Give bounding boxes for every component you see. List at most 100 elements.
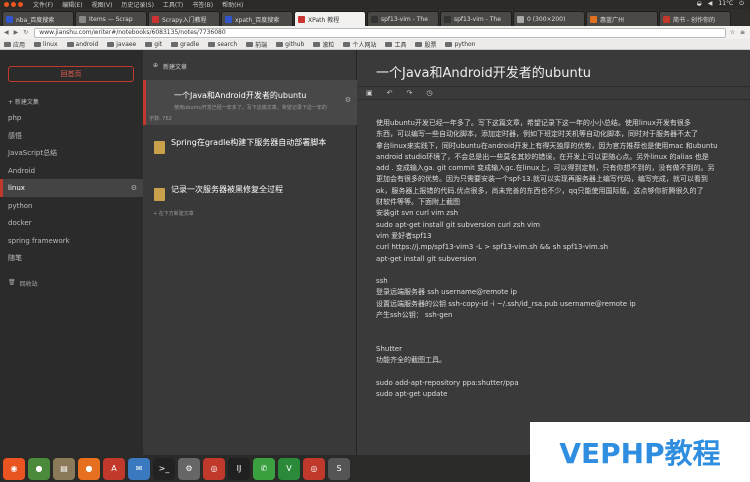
article-body-editor[interactable]: 使用ubuntu开发已经一年多了。写下这篇文章，希望记录下这一年的小小总结。使用… xyxy=(376,118,750,400)
content-line: sudo add-apt-repository ppa:shutter/ppa xyxy=(376,378,519,387)
browser-tab[interactable]: spf13-vim - The xyxy=(367,11,439,26)
collection-item[interactable]: spring framework xyxy=(0,232,143,250)
bookmark-label: 个人网站 xyxy=(352,41,377,49)
bookmark-item[interactable]: search xyxy=(208,41,237,48)
system-menu-bar: 文件(F) 编辑(E) 视图(V) 历史记录(S) 工具(T) 书签(B) 帮助(H) ◒ … xyxy=(0,0,750,9)
collection-label: php xyxy=(8,114,22,122)
history-icon[interactable]: ◷ xyxy=(426,89,432,97)
bookmark-item[interactable]: 前端 xyxy=(246,40,267,49)
address-bar-row: ◀ ▶ ↻ www.jianshu.com/writer#/notebooks/… xyxy=(0,26,750,39)
new-article-bottom-link[interactable]: + 在下方新建文章 xyxy=(153,210,194,217)
menu-item[interactable]: 文件(F) xyxy=(33,0,53,9)
collection-item[interactable]: docker xyxy=(0,214,143,232)
content-line: vim 爱好者spf13 xyxy=(376,231,432,240)
browser-tab[interactable]: 简书 - 创作你的 xyxy=(659,11,731,26)
home-button[interactable]: 回首页 xyxy=(8,66,134,82)
browser-tab[interactable]: xpath_百度搜索 xyxy=(221,11,293,26)
browser-tab[interactable]: spf13-vim - The xyxy=(440,11,512,26)
bookmark-item[interactable]: android xyxy=(66,41,98,48)
collection-item[interactable]: JavaScript总结 xyxy=(0,144,143,162)
browser-tab[interactable]: Items — Scrap xyxy=(75,11,147,26)
content-line: 登录远端服务器 ssh username@remote ip xyxy=(376,288,517,297)
software-center-icon[interactable]: A xyxy=(103,457,125,480)
reload-icon[interactable]: ↻ xyxy=(23,29,28,36)
terminal-icon[interactable]: >_ xyxy=(153,457,175,480)
article-list: ⊕ 新建文章 一个Java和Android开发者的ubuntu 使用ubuntu开… xyxy=(143,50,357,455)
tab-favicon-icon xyxy=(79,15,86,23)
image-icon[interactable]: ▣ xyxy=(366,89,373,97)
redo-icon[interactable]: ↷ xyxy=(407,89,413,97)
browser-tab[interactable]: Scrapy入门教程 xyxy=(148,11,220,26)
collection-item[interactable]: linux ⚙ xyxy=(0,179,143,197)
menu-item[interactable]: 帮助(H) xyxy=(222,0,243,9)
collection-item[interactable]: python xyxy=(0,197,143,215)
system-tray[interactable]: ◒ ◀ 11°C ⏻ xyxy=(697,0,744,8)
gear-icon[interactable]: ⚙ xyxy=(345,96,351,104)
volume-icon[interactable]: ◀ xyxy=(708,0,713,8)
gear-icon[interactable]: ⚙ xyxy=(131,184,137,192)
article-item[interactable]: Spring在gradle构建下服务器自动部署脚本 xyxy=(143,127,357,172)
menu-icon[interactable]: ≡ xyxy=(740,29,745,36)
trash-button[interactable]: 🗑 回收站 xyxy=(8,279,38,288)
star-icon[interactable]: ☆ xyxy=(730,29,735,36)
article-item[interactable]: 一个Java和Android开发者的ubuntu 使用ubuntu开发已经一年多了… xyxy=(143,80,357,125)
wifi-icon[interactable]: ◒ xyxy=(697,0,702,8)
chrome-icon[interactable]: ● xyxy=(28,457,50,480)
content-line: curl https://j.mp/spf13-vim3 -L > spf13-… xyxy=(376,243,609,252)
music-icon[interactable]: ◎ xyxy=(303,457,325,480)
menu-item[interactable]: 工具(T) xyxy=(163,0,183,9)
folder-icon xyxy=(445,41,453,47)
url-input[interactable]: www.jianshu.com/writer#/notebooks/608313… xyxy=(34,27,726,38)
collection-item[interactable]: 感悟 xyxy=(0,127,143,145)
vim-icon[interactable]: V xyxy=(278,457,300,480)
bookmark-item[interactable]: git xyxy=(145,41,162,48)
collection-item[interactable]: Android xyxy=(0,162,143,180)
power-icon[interactable]: ⏻ xyxy=(739,0,744,8)
content-line: ssh xyxy=(376,277,388,286)
bookmark-item[interactable]: github xyxy=(276,41,304,48)
sublime-icon[interactable]: S xyxy=(328,457,350,480)
bookmark-item[interactable]: javaee xyxy=(107,41,136,48)
tab-label: spf13-vim - The xyxy=(381,15,428,23)
menu-item[interactable]: 视图(V) xyxy=(92,0,113,9)
collection-item[interactable]: 随笔 xyxy=(0,249,143,267)
browser-tab[interactable]: nba_百度搜索 xyxy=(2,11,74,26)
new-article-label: 新建文章 xyxy=(163,64,188,71)
collection-item[interactable]: php xyxy=(0,109,143,127)
collection-label: 随笔 xyxy=(8,254,22,262)
bookmark-item[interactable]: 滚粒 xyxy=(313,40,334,49)
folder-icon xyxy=(385,41,393,47)
window-controls[interactable] xyxy=(4,2,23,7)
bookmark-label: 工具 xyxy=(394,41,407,49)
mail-icon[interactable]: ✉ xyxy=(128,457,150,480)
undo-icon[interactable]: ↶ xyxy=(387,89,393,97)
bookmark-label: 应用 xyxy=(13,41,26,49)
bookmark-item[interactable]: 个人网站 xyxy=(343,40,376,49)
bookmark-item[interactable]: linux xyxy=(34,41,58,48)
settings-icon[interactable]: ⚙ xyxy=(178,457,200,480)
folder-icon xyxy=(4,41,11,47)
browser-tab[interactable]: XPath 教程 xyxy=(294,11,366,26)
article-title-input[interactable]: 一个Java和Android开发者的ubuntu xyxy=(376,62,591,81)
browser-tab[interactable]: 0 (300×200) xyxy=(513,11,585,26)
files-icon[interactable]: ▤ xyxy=(53,457,75,480)
wechat-icon[interactable]: ✆ xyxy=(253,457,275,480)
menu-item[interactable]: 编辑(E) xyxy=(62,0,82,9)
bookmark-item[interactable]: 股票 xyxy=(415,40,436,49)
bookmark-item[interactable]: 工具 xyxy=(385,40,406,49)
new-collection-button[interactable]: + 新建文集 xyxy=(8,97,39,106)
bookmark-item[interactable]: python xyxy=(445,41,475,48)
netease-music-icon[interactable]: ◎ xyxy=(203,457,225,480)
firefox-icon[interactable]: ● xyxy=(78,457,100,480)
bookmark-item[interactable]: gradle xyxy=(171,41,199,48)
menu-item[interactable]: 书签(B) xyxy=(192,0,213,9)
bookmark-item[interactable]: 应用 xyxy=(4,40,25,49)
app-menu[interactable]: 文件(F) 编辑(E) 视图(V) 历史记录(S) 工具(T) 书签(B) 帮助(H) xyxy=(33,0,243,9)
intellij-icon[interactable]: IJ xyxy=(228,457,250,480)
menu-item[interactable]: 历史记录(S) xyxy=(121,0,154,9)
browser-tab[interactable]: 惠蓝广州 xyxy=(586,11,658,26)
forward-icon[interactable]: ▶ xyxy=(14,29,19,36)
new-article-button[interactable]: ⊕ 新建文章 xyxy=(153,62,187,71)
back-icon[interactable]: ◀ xyxy=(4,29,9,36)
ubuntu-dash-icon[interactable]: ◉ xyxy=(3,457,25,480)
